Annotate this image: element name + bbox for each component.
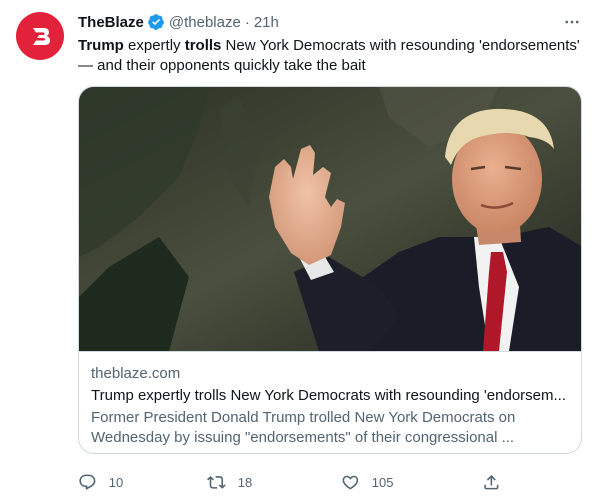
card-description: Former President Donald Trump trolled Ne… <box>91 409 516 446</box>
retweet-icon <box>207 475 226 489</box>
card-photo-illustration <box>79 87 581 351</box>
tweet-text-bold-trump: Trump <box>78 37 124 54</box>
avatar[interactable] <box>16 12 64 60</box>
card-meta[interactable]: theblaze.com Trump expertly trolls New Y… <box>79 351 581 453</box>
tweet-header: TheBlaze @theblaze · 21h <box>78 12 279 32</box>
like-button[interactable]: 105 <box>341 473 393 492</box>
more-options-button[interactable] <box>560 10 584 34</box>
theblaze-logo-icon <box>33 28 50 45</box>
verified-badge-icon <box>147 13 165 31</box>
separator-dot: · <box>244 13 250 31</box>
timestamp[interactable]: 21h <box>254 14 279 31</box>
like-count: 105 <box>371 474 394 490</box>
card-image[interactable] <box>79 87 581 351</box>
tweet[interactable]: TheBlaze @theblaze · 21h Trump expertly … <box>0 0 598 504</box>
retweet-button[interactable]: 18 <box>207 473 252 492</box>
reply-icon <box>79 474 96 490</box>
tweet-text-bold-trolls: trolls <box>184 37 222 54</box>
share-button[interactable] <box>482 473 501 492</box>
reply-count: 10 <box>108 474 124 490</box>
more-horizontal-icon <box>565 20 579 24</box>
card-domain: theblaze.com <box>91 365 181 382</box>
reply-button[interactable]: 10 <box>78 473 123 492</box>
handle[interactable]: @theblaze <box>169 14 241 31</box>
share-icon <box>484 474 499 490</box>
retweet-count: 18 <box>237 474 253 490</box>
tweet-text: Trump expertly trolls New York Democrats… <box>78 36 583 76</box>
link-card[interactable]: theblaze.com Trump expertly trolls New Y… <box>78 86 582 454</box>
display-name[interactable]: TheBlaze <box>78 14 144 31</box>
tweet-actions: 10 18 105 <box>78 470 518 494</box>
heart-icon <box>342 475 359 490</box>
card-title: Trump expertly trolls New York Democrats… <box>91 387 566 404</box>
tweet-text-part: expertly <box>123 37 185 54</box>
